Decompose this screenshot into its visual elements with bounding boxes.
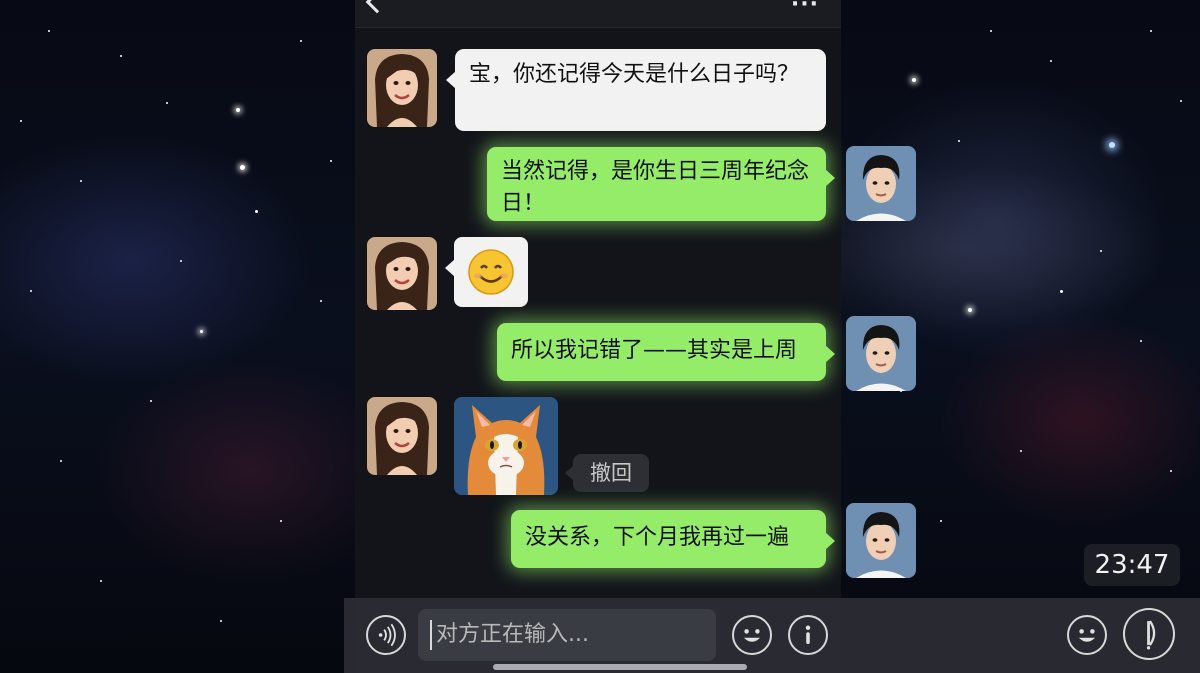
send-button[interactable] xyxy=(1123,608,1175,660)
more-options-button[interactable] xyxy=(788,615,828,655)
message-text: 没关系，下个月我再过一遍 xyxy=(525,525,790,550)
message-input[interactable]: 对方正在输入... xyxy=(418,609,716,661)
emoji-icon xyxy=(743,629,761,642)
cat-photo[interactable] xyxy=(454,397,558,495)
time-text: 23:47 xyxy=(1094,550,1170,580)
emoji-button-secondary[interactable] xyxy=(1067,615,1107,655)
male-avatar[interactable] xyxy=(846,146,916,221)
female-avatar[interactable] xyxy=(367,49,437,127)
message-bubble-incoming[interactable]: 宝，你还记得今天是什么日子吗？ xyxy=(446,49,826,131)
message-bubble-outgoing[interactable]: 当然记得，是你生日三周年纪念日！ xyxy=(487,147,835,221)
message-bubble-outgoing[interactable]: 所以我记错了——其实是上周 xyxy=(497,323,835,381)
message-bubble-incoming[interactable] xyxy=(445,237,528,307)
female-avatar[interactable] xyxy=(367,397,437,475)
emoji-button[interactable] xyxy=(732,615,772,655)
time-badge: 23:47 xyxy=(1084,544,1180,586)
back-icon[interactable] xyxy=(365,0,389,14)
message-bubble-outgoing[interactable]: 没关系，下个月我再过一遍 xyxy=(511,510,835,568)
more-icon[interactable]: ··· xyxy=(791,0,819,17)
smiling-face-emoji xyxy=(468,249,514,295)
message-text: 当然记得，是你生日三周年纪念日！ xyxy=(501,159,810,216)
message-text: 所以我记错了——其实是上周 xyxy=(511,338,798,363)
female-avatar[interactable] xyxy=(367,237,437,310)
send-icon xyxy=(1146,620,1156,650)
male-avatar[interactable] xyxy=(846,316,916,391)
recall-button[interactable]: 撤回 xyxy=(565,454,649,492)
voice-icon xyxy=(378,623,396,647)
male-avatar[interactable] xyxy=(846,503,916,578)
emoji-icon xyxy=(1078,629,1096,642)
message-text: 宝，你还记得今天是什么日子吗？ xyxy=(469,62,800,87)
home-indicator[interactable] xyxy=(493,664,747,670)
text-caret xyxy=(430,620,432,650)
more-options-icon xyxy=(805,625,811,644)
voice-button[interactable] xyxy=(366,615,406,655)
chat-header: ··· xyxy=(355,0,841,28)
recall-label: 撤回 xyxy=(590,461,632,485)
input-placeholder: 对方正在输入... xyxy=(436,622,589,647)
